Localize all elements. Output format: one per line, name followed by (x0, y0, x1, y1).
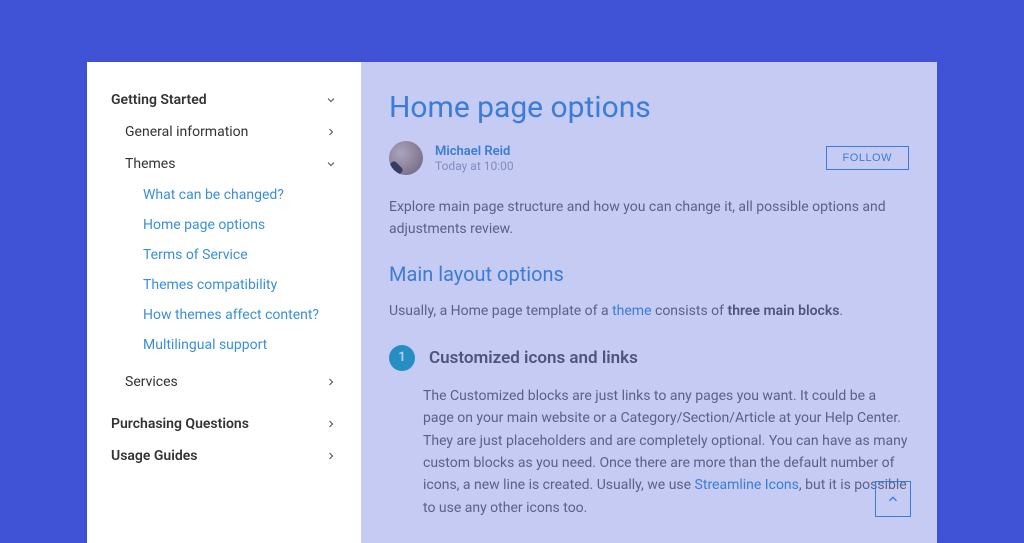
sidebar-link-home-page-options[interactable]: Home page options (111, 210, 337, 240)
step-1-header: 1 Customized icons and links (389, 345, 909, 371)
sidebar-link-what-can-be-changed[interactable]: What can be changed? (111, 180, 337, 210)
sidebar-section-label: Usage Guides (111, 448, 198, 464)
sidebar-sub-themes[interactable]: Themes (111, 148, 337, 180)
text-fragment: . (839, 303, 843, 319)
step-number-badge: 1 (389, 345, 415, 371)
avatar[interactable] (389, 141, 423, 175)
sidebar-link-terms-of-service[interactable]: Terms of Service (111, 240, 337, 270)
sidebar: Getting Started General information Them… (87, 62, 361, 543)
step-1-title: Customized icons and links (429, 348, 638, 368)
paragraph-1: Usually, a Home page template of a theme… (389, 300, 909, 322)
follow-button[interactable]: FOLLOW (826, 146, 909, 170)
sidebar-sub-label: Themes (125, 156, 175, 172)
scroll-to-top-button[interactable] (875, 481, 911, 517)
text-fragment: Usually, a Home page template of a (389, 303, 612, 319)
text-strong: three main blocks (728, 303, 840, 319)
author-name[interactable]: Michael Reid (435, 144, 514, 159)
link-theme[interactable]: theme (612, 303, 651, 319)
section-heading-main-layout: Main layout options (389, 262, 909, 286)
sidebar-sub-general-information[interactable]: General information (111, 116, 337, 148)
sidebar-link-multilingual-support[interactable]: Multilingual support (111, 330, 337, 360)
chevron-down-icon (325, 94, 337, 106)
chevron-right-icon (325, 126, 337, 138)
author-block: Michael Reid Today at 10:00 (389, 141, 514, 175)
sidebar-section-label: Getting Started (111, 92, 207, 108)
author-row: Michael Reid Today at 10:00 FOLLOW (389, 141, 909, 175)
text-fragment: consists of (652, 303, 728, 319)
sidebar-section-label: Purchasing Questions (111, 416, 249, 432)
intro-paragraph: Explore main page structure and how you … (389, 197, 909, 240)
main-content: Home page options Michael Reid Today at … (361, 62, 937, 543)
sidebar-section-getting-started[interactable]: Getting Started (111, 92, 337, 116)
chevron-down-icon (325, 158, 337, 170)
avatar-badge-icon (389, 160, 404, 175)
chevron-right-icon (325, 376, 337, 388)
sidebar-link-themes-compatibility[interactable]: Themes compatibility (111, 270, 337, 300)
page-title: Home page options (389, 90, 909, 125)
chevron-up-icon (886, 492, 900, 506)
chevron-right-icon (325, 418, 337, 430)
sidebar-sub-services[interactable]: Services (111, 366, 337, 398)
content-card: Getting Started General information Them… (87, 62, 937, 543)
sidebar-section-purchasing-questions[interactable]: Purchasing Questions (111, 408, 337, 440)
author-timestamp: Today at 10:00 (435, 159, 514, 173)
sidebar-section-usage-guides[interactable]: Usage Guides (111, 440, 337, 472)
step-1-body: The Customized blocks are just links to … (389, 385, 909, 519)
sidebar-sub-label: Services (125, 374, 178, 390)
sidebar-link-how-themes-affect-content[interactable]: How themes affect content? (111, 300, 337, 330)
chevron-right-icon (325, 450, 337, 462)
link-streamline-icons[interactable]: Streamline Icons (695, 477, 799, 493)
sidebar-sub-label: General information (125, 124, 248, 140)
